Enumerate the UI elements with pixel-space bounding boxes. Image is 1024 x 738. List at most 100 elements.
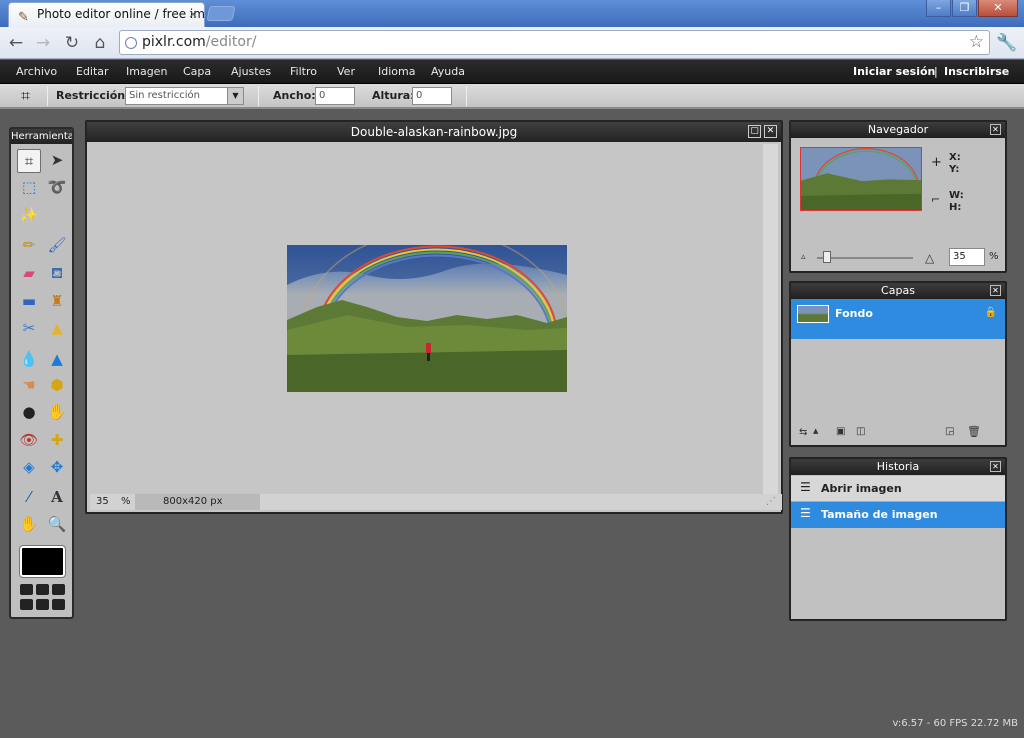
navigator-thumbnail[interactable] [800,147,922,211]
x-label: X: [949,152,961,163]
paint-bucket-tool-icon[interactable]: ⛾ [45,262,69,286]
reload-icon[interactable]: ↻ [61,32,83,54]
magic-wand-tool-icon[interactable]: ✨ [17,204,41,228]
maximize-icon[interactable]: ▢ [748,125,761,138]
close-window-button[interactable]: ✕ [978,0,1018,17]
width-input[interactable]: 0 [315,87,355,105]
restriction-label: Restricción: [56,89,130,102]
bloat-tool-icon[interactable]: ◈ [17,456,41,480]
menu-filtro[interactable]: Filtro [290,65,317,78]
foreground-color-swatch[interactable] [19,545,66,578]
canvas-image[interactable] [287,245,567,392]
palette-button[interactable] [20,584,33,595]
close-icon[interactable]: ✕ [990,461,1001,472]
gradient-tool-icon[interactable]: ▬ [17,290,41,314]
navigator-title: Navegador ✕ [791,122,1005,138]
bookmark-star-icon[interactable]: ☆ [969,31,984,54]
zoom-out-icon[interactable]: ▵ [801,252,806,262]
register-link[interactable]: Inscribirse [944,65,1009,78]
new-layer-icon[interactable]: ◲ [945,426,954,437]
chevron-down-icon: ▼ [227,88,243,104]
menu-capa[interactable]: Capa [183,65,211,78]
minimize-window-button[interactable]: – [926,0,951,17]
menu-ayuda[interactable]: Ayuda [431,65,465,78]
brush-tool-icon[interactable]: 🖌 [45,234,69,258]
zoom-tool-icon[interactable]: 🔍 [45,513,69,537]
palette-button[interactable] [20,599,33,610]
crosshair-icon: + [931,155,942,170]
crop-tool-icon[interactable]: ⌗ [17,149,41,173]
restore-window-button[interactable]: ❐ [952,0,977,17]
wrench-menu-icon[interactable]: 🔧 [996,32,1018,54]
menu-editar[interactable]: Editar [76,65,109,78]
divider [258,86,259,106]
delete-layer-icon[interactable]: 🗑 [967,425,981,438]
layer-mask-icon[interactable]: ▣ [836,426,845,437]
dodge-tool-icon[interactable]: ● [17,401,41,425]
layer-row[interactable]: Fondo 🔒 [791,299,1005,339]
zoom-in-icon[interactable]: △ [925,251,934,265]
layer-name: Fondo [835,307,873,320]
login-link[interactable]: Iniciar sesión [853,65,935,78]
url-host: pixlr.com [142,34,206,50]
crop-options-icon: ⌗ [21,86,31,105]
tab-title: Photo editor online / free imag [37,7,205,21]
back-icon[interactable]: ← [5,32,27,54]
menu-archivo[interactable]: Archivo [16,65,57,78]
color-picker-tool-icon[interactable]: ⁄ [17,486,41,510]
vertical-scrollbar[interactable] [763,144,778,496]
navigator-zoom-unit: % [989,251,999,262]
restriction-select[interactable]: Sin restricción ▼ [125,87,244,105]
lock-icon[interactable]: 🔒 [985,307,997,318]
pencil-tool-icon[interactable]: ✏ [17,234,41,258]
smudge-tool-icon[interactable]: ☚ [17,374,41,398]
address-bar[interactable]: pixlr.com/editor/ ☆ [119,30,990,55]
red-eye-tool-icon[interactable]: 👁 [17,429,41,453]
palette-button[interactable] [36,584,49,595]
forward-icon[interactable]: → [32,32,54,54]
spot-heal-tool-icon[interactable]: ✚ [45,429,69,453]
layers-panel: Capas ✕ Fondo 🔒 ⇆ ▲ ▣ ◫ ◲ 🗑 [789,281,1007,447]
close-tab-icon[interactable]: × [188,3,198,25]
browser-tab[interactable]: ✎ Photo editor online / free imag × [8,2,205,27]
blur-tool-icon[interactable]: 💧 [17,348,41,372]
hand-tool-icon[interactable]: ✋ [17,513,41,537]
zoom-slider-track[interactable] [817,257,913,259]
zoom-value[interactable]: 35 [96,494,109,510]
pinch-tool-icon[interactable]: ✥ [45,456,69,480]
history-item[interactable]: ☰ Abrir imagen [791,476,1005,502]
close-icon[interactable]: ✕ [990,124,1001,135]
menu-ajustes[interactable]: Ajustes [231,65,271,78]
zoom-slider-handle[interactable] [822,251,831,263]
type-tool-icon[interactable]: A [45,486,69,510]
drawing-tool-icon[interactable]: ▲ [45,317,69,341]
move-tool-icon[interactable]: ➤ [45,149,69,173]
palette-button[interactable] [52,599,65,610]
new-tab-button[interactable] [206,6,236,21]
marquee-tool-icon[interactable]: ⬚ [17,176,41,200]
color-replace-tool-icon[interactable]: ✂ [17,317,41,341]
close-icon[interactable]: ✕ [764,125,777,138]
home-icon[interactable]: ⌂ [89,32,111,54]
layer-style-icon[interactable]: ◫ [856,426,865,437]
eraser-tool-icon[interactable]: ▰ [17,262,41,286]
sponge-tool-icon[interactable]: ⬢ [45,374,69,398]
height-input[interactable]: 0 [412,87,452,105]
menu-imagen[interactable]: Imagen [126,65,167,78]
palette-button[interactable] [36,599,49,610]
lasso-tool-icon[interactable]: ➰ [45,176,69,200]
resize-grip-icon[interactable]: ⋰ [766,494,776,510]
menu-idioma[interactable]: Idioma [378,65,415,78]
history-item-selected[interactable]: ☰ Tamaño de imagen [791,502,1005,528]
chevron-down-icon[interactable]: ▲ [813,427,818,435]
burn-tool-icon[interactable]: ✋ [45,401,69,425]
layer-settings-icon[interactable]: ⇆ [799,427,807,438]
close-icon[interactable]: ✕ [990,285,1001,296]
sharpen-tool-icon[interactable]: ▲ [45,348,69,372]
history-panel: Historia ✕ ☰ Abrir imagen ☰ Tamaño de im… [789,457,1007,621]
clone-stamp-tool-icon[interactable]: ♜ [45,290,69,314]
menu-ver[interactable]: Ver [337,65,355,78]
navigator-zoom-input[interactable]: 35 [949,248,985,266]
divider [47,86,48,106]
palette-button[interactable] [52,584,65,595]
